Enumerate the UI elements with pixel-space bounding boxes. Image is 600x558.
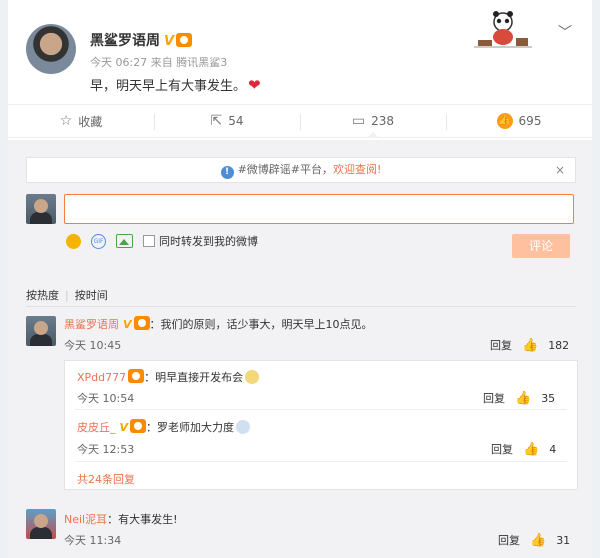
author-avatar[interactable] (26, 24, 76, 74)
like-icon[interactable]: 👍 (530, 533, 546, 548)
gif-icon[interactable]: GIF (91, 233, 106, 249)
more-replies-link[interactable]: 共24条回复 (77, 471, 135, 487)
post-meta: 今天 06:27 来自 腾讯黑鲨3 (90, 54, 227, 70)
checkbox-icon[interactable] (143, 235, 155, 247)
reply-row: 皮皮丘_ V ：罗老师加大力度 (77, 419, 251, 435)
favorite-label: 收藏 (78, 114, 103, 129)
post-time[interactable]: 今天 06:27 (90, 56, 147, 69)
divider (26, 306, 576, 307)
reply-button[interactable]: 回复 (491, 441, 513, 457)
comment-text: ：有大事发生! (107, 513, 178, 526)
star-icon: ☆ (59, 113, 73, 129)
verified-badge-icon: V (123, 318, 132, 331)
comment-row: 黑鲨罗语周 V ：我们的原则，话少事大，明天早上10点见。 (64, 316, 373, 332)
share-icon: ⇱ (210, 113, 223, 129)
commenter-name[interactable]: Neil泥耳 (64, 513, 107, 526)
submit-comment-button[interactable]: 评论 (512, 234, 570, 258)
heart-icon: ❤ (248, 76, 261, 94)
commenter-avatar[interactable] (26, 509, 56, 539)
member-icon (133, 316, 150, 330)
sort-tabs: 按热度 | 按时间 (26, 287, 108, 303)
chevron-down-icon[interactable]: ﹀ (558, 22, 572, 42)
reply-actions: 回复 👍 35 (483, 390, 555, 406)
comment-text: ：我们的原则，话少事大，明天早上10点见。 (149, 318, 373, 331)
member-icon (130, 419, 147, 433)
comment-row: Neil泥耳：有大事发生! (64, 511, 178, 527)
post-action-bar: ☆ 收藏 ⇱ 54 ▭ 238 👍 695 (8, 104, 592, 138)
author-name[interactable]: 黑鲨罗语周 V (90, 30, 193, 50)
member-icon (176, 33, 193, 47)
reply-time: 今天 12:53 (77, 443, 135, 456)
like-count: 4 (549, 442, 557, 456)
comment-count: 238 (371, 114, 395, 128)
like-icon[interactable]: 👍 (515, 391, 531, 406)
like-button[interactable]: 👍 695 (446, 105, 592, 137)
comment-input[interactable] (64, 194, 574, 224)
image-icon[interactable] (116, 234, 133, 248)
close-icon[interactable]: × (555, 158, 565, 182)
reply-actions: 回复 👍 4 (491, 441, 556, 457)
divider (75, 461, 567, 462)
notice-link[interactable]: 欢迎查阅! (333, 163, 381, 176)
forward-checkbox[interactable]: 同时转发到我的微博 (143, 233, 258, 249)
comment-actions: 回复 👍 31 (498, 532, 570, 548)
reply-button[interactable]: 回复 (490, 337, 512, 353)
emoji-icon (245, 370, 260, 384)
reply-row: XPdd777 ：明早直接开发布会 (77, 369, 260, 385)
thumb-up-icon: 👍 (496, 113, 513, 129)
rumor-notice-banner: ! #微博辟谣#平台，欢迎查阅! × (26, 157, 576, 183)
reply-text: ：明早直接开发布会 (144, 371, 244, 384)
repost-count: 54 (228, 114, 244, 128)
comment-time: 今天 10:45 (64, 339, 122, 352)
comment-actions: 回复 👍 182 (490, 337, 569, 353)
repost-button[interactable]: ⇱ 54 (154, 105, 300, 137)
notice-text: #微博辟谣#平台， (237, 163, 333, 176)
comment-time: 今天 11:34 (64, 534, 122, 547)
like-count: 182 (548, 338, 570, 352)
commenter-avatar[interactable] (26, 316, 56, 346)
replier-name[interactable]: XPdd777 (77, 371, 126, 384)
reply-button[interactable]: 回复 (483, 390, 505, 406)
panda-decoration-icon (474, 11, 532, 48)
sort-separator: | (65, 289, 69, 302)
reply-time: 今天 10:54 (77, 392, 135, 405)
my-avatar (26, 194, 56, 224)
comment-tools: GIF 同时转发到我的微博 (66, 233, 258, 249)
verified-badge-icon: V (119, 421, 129, 434)
reply-thread: XPdd777 ：明早直接开发布会 今天 10:54 回复 👍 35 皮皮丘_ V ：罗… (64, 360, 578, 490)
like-count: 35 (541, 391, 556, 405)
verified-badge-icon: V (164, 34, 175, 49)
comment-icon: ▭ (351, 113, 366, 129)
sort-by-time-tab[interactable]: 按时间 (75, 289, 108, 302)
replier-name[interactable]: 皮皮丘_ (77, 421, 116, 434)
divider (75, 409, 567, 410)
like-count: 695 (518, 114, 542, 128)
weibo-post-card: 黑鲨罗语周 V 今天 06:27 来自 腾讯黑鲨3 早，明天早上有大事发生。 ❤ ﹀… (8, 0, 592, 558)
emoji-icon (236, 420, 251, 434)
post-source: 来自 腾讯黑鲨3 (150, 56, 228, 69)
member-icon (128, 369, 145, 383)
sort-by-hot-tab[interactable]: 按热度 (26, 289, 59, 302)
reply-text: ：罗老师加大力度 (146, 421, 235, 434)
post-text-body: 早，明天早上有大事发生。 (90, 79, 247, 94)
comment-section: ! #微博辟谣#平台，欢迎查阅! × GIF 同时转发到我的微博 评论 按热度 | 按… (8, 140, 592, 558)
like-count: 31 (556, 533, 571, 547)
emoji-icon[interactable] (66, 233, 81, 249)
author-name-text[interactable]: 黑鲨罗语周 (90, 33, 160, 49)
favorite-button[interactable]: ☆ 收藏 (8, 105, 154, 137)
post-text: 早，明天早上有大事发生。 ❤ (90, 75, 261, 94)
like-icon[interactable]: 👍 (523, 442, 539, 457)
reply-button[interactable]: 回复 (498, 532, 520, 548)
info-icon: ! (220, 166, 234, 179)
commenter-name[interactable]: 黑鲨罗语周 (64, 318, 119, 331)
comment-button[interactable]: ▭ 238 (300, 105, 446, 138)
forward-label: 同时转发到我的微博 (159, 235, 258, 248)
like-icon[interactable]: 👍 (522, 338, 538, 353)
